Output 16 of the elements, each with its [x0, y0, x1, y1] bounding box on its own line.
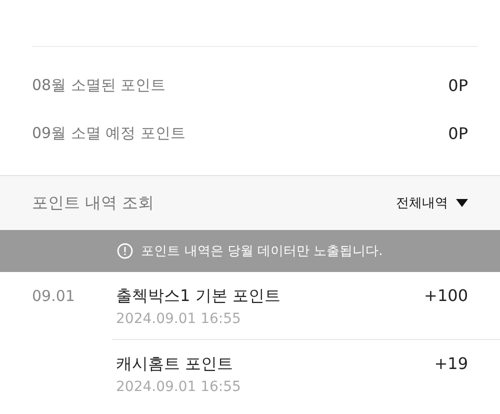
- point-amount: +100: [424, 286, 468, 307]
- entry-title: 출첵박스1 기본 포인트: [116, 286, 280, 307]
- info-icon: [117, 243, 134, 259]
- entry-time: 2024.09.01 16:55: [116, 311, 242, 327]
- entry-title: 캐시홈트 포인트: [116, 354, 234, 375]
- point-value: 0P: [448, 76, 468, 94]
- section-title: 포인트 내역 조회: [32, 192, 154, 214]
- point-value: 0P: [448, 124, 468, 142]
- row-label: 09월 소멸 예정 포인트: [32, 124, 186, 142]
- entry-date: 09.01: [32, 286, 76, 307]
- filter-dropdown[interactable]: 전체내역: [396, 194, 468, 212]
- entry-time: 2024.09.01 16:55: [116, 379, 241, 395]
- notice-text: 포인트 내역은 당월 데이터만 노출됩니다.: [141, 243, 383, 260]
- row-label: 08월 소멸된 포인트: [32, 76, 166, 94]
- point-amount: +19: [434, 354, 468, 375]
- caret-icon: [456, 199, 468, 207]
